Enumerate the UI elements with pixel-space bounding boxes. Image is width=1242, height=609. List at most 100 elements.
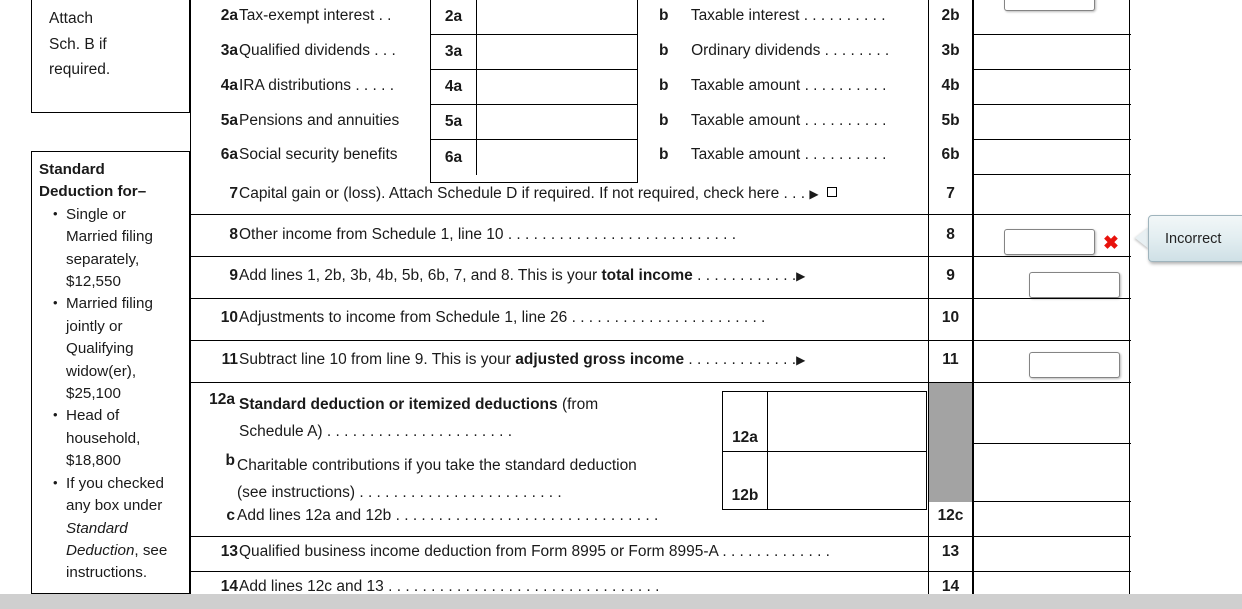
row-2b-label: Taxable interest [690,7,800,24]
line-number-column-4b: 4b [928,70,973,105]
row-10-rnum: 10 [941,309,960,326]
row-8-label: Other income from Schedule 1, line 10 [239,226,504,243]
row-11-description: Subtract line 10 from line 9. This is yo… [239,351,805,369]
right-arrow-icon: ▶ [809,187,819,201]
ded-item-2-line-1: household, [66,429,141,447]
sub-row-3a-code: 3a [431,35,477,69]
row-12b-description: Charitable contributions if you take the… [237,452,757,506]
list-item: If you checked any box under Standard De… [53,472,183,585]
ded-item-3-line-0: If you checked [66,474,164,492]
row-13-rnum: 13 [941,543,960,560]
row-3a-label: Qualified dividends [239,42,370,59]
row-8-description: Other income from Schedule 1, line 10 . … [239,226,736,244]
row-12a-description: Standard deduction or itemized deduction… [239,391,759,445]
row-12a-label-line2: Schedule A) [239,423,323,440]
ded-item-1-line-4: $25,100 [66,385,121,403]
row-6b-leader: . . . . . . . . . . [804,146,887,163]
attach-note-line-3: required. [49,61,111,78]
amount-cell-3b [973,35,1131,70]
row-7-rnum: 7 [946,185,955,202]
standard-deduction-heading-line-2: Deduction for– [39,183,147,201]
row-6b-label: Taxable amount [690,146,801,163]
row-12c-label: Add lines 12a and 12b [237,507,392,524]
table-row-10: 10 Adjustments to income from Schedule 1… [191,299,1131,341]
sub-row-12a-code: 12a [723,392,768,451]
row-3a-number: 3a [220,42,238,59]
line-number-column-7: 7 [928,175,973,214]
row-6a-label: Social security benefits [239,146,398,163]
row-4b-description: b Taxable amount . . . . . . . . . . [659,77,886,95]
incorrect-tooltip: Incorrect [1148,215,1242,262]
table-row-12a: 12a Standard deduction or itemized deduc… [191,383,1131,444]
sub-row-5a: 5a [431,105,637,140]
sub-amount-table-a: 2a 3a 4a 5a 6a [430,0,638,183]
error-x-icon: ✖ [1103,233,1119,254]
row-5b-leader: . . . . . . . . . . [804,112,887,129]
line-number-column-13: 13 [928,537,973,571]
amount-cell-6b [973,140,1131,175]
table-row-9: 9 Add lines 1, 2b, 3b, 4b, 5b, 6b, 7, an… [191,257,1131,299]
tooltip-arrow-icon [1135,227,1149,249]
table-row-2: 2a Tax-exempt interest . . b Taxable int… [191,0,1131,35]
row-2b-number: 2b [941,7,960,24]
horizontal-scrollbar[interactable] [0,594,1242,609]
amount-cell-13 [973,537,1131,571]
amount-cell-12b [973,444,1131,502]
row-6b-number: 6b [941,146,960,163]
attach-note-line-1: Attach [49,10,93,27]
amount-cell-5b [973,105,1131,140]
table-row-4: 4a IRA distributions . . . . . b Taxable… [191,70,1131,105]
sub-row-5a-code: 5a [431,105,477,139]
sub-row-2a: 2a [431,0,637,35]
sub-row-4a: 4a [431,70,637,105]
row-11-number: 11 [221,351,238,368]
list-item: Single or Married filing separately, $12… [53,203,183,294]
sub-row-2a-code: 2a [431,0,477,34]
standard-deduction-list: Single or Married filing separately, $12… [39,203,183,585]
list-item: Married filing jointly or Qualifying wid… [53,292,183,405]
sub-row-6a: 6a [431,140,637,175]
amount-cell-4b [973,70,1131,105]
row-14-leader: . . . . . . . . . . . . . . . . . . . . … [388,578,660,595]
row-13-leader: . . . . . . . . . . . . . [722,543,830,560]
row-13-description: Qualified business income deduction from… [239,543,830,561]
table-row-5: 5a Pensions and annuities b Taxable amou… [191,105,1131,140]
line-number-column-5b: 5b [928,105,973,140]
row-3b-leader: . . . . . . . . [824,42,890,59]
row-9-rnum: 9 [946,267,955,284]
line-number-column-10: 10 [928,299,973,340]
row-4b-leader: . . . . . . . . . . [804,77,887,94]
checkbox-line-7[interactable] [826,187,837,197]
amount-input-line-9[interactable] [1029,272,1120,298]
row-5b-description: b Taxable amount . . . . . . . . . . [659,112,886,130]
row-6b-description: b Taxable amount . . . . . . . . . . [659,146,886,164]
row-2b-description: b Taxable interest . . . . . . . . . . [659,7,886,25]
row-7-description: Capital gain or (loss). Attach Schedule … [239,185,837,203]
sub-row-6a-code: 6a [431,140,477,175]
ded-item-0-line-3: $12,550 [66,273,121,291]
ded-item-0-line-0: Single or [66,205,126,223]
ded-item-1-line-2: Qualifying [66,340,134,358]
amount-input-line-8[interactable] [1004,229,1095,255]
amount-input-line-11[interactable] [1029,352,1120,378]
row-3b-description: b Ordinary dividends . . . . . . . . [659,42,889,60]
row-5a-label: Pensions and annuities [239,112,400,129]
table-row-7: 7 Capital gain or (loss). Attach Schedul… [191,175,1131,215]
row-8-number: 8 [229,226,238,243]
table-row-12b: b Charitable contributions if you take t… [191,444,1131,502]
row-12a-leader: . . . . . . . . . . . . . . . . . . . . … [326,423,513,440]
row-13-number: 13 [220,543,238,560]
table-row-3: 3a Qualified dividends . . . b Ordinary … [191,35,1131,70]
row-4a-label: IRA distributions [239,77,351,94]
line-number-column-2b: 2b [928,0,973,35]
row-12a-bold-label: Standard deduction or itemized deduction… [239,396,558,413]
row-3a-description: Qualified dividends . . . [239,42,396,60]
line-number-column-12c: 12c [928,502,973,536]
row-10-leader: . . . . . . . . . . . . . . . . . . . . … [571,309,766,326]
row-5a-description: Pensions and annuities [239,112,399,130]
amount-input-line-1[interactable] [1004,0,1095,11]
row-2b-letter: b [659,7,669,24]
row-2b-leader: . . . . . . . . . . [803,7,886,24]
row-12c-number: c [226,507,235,524]
row-12a-label-post: (from [557,396,599,413]
